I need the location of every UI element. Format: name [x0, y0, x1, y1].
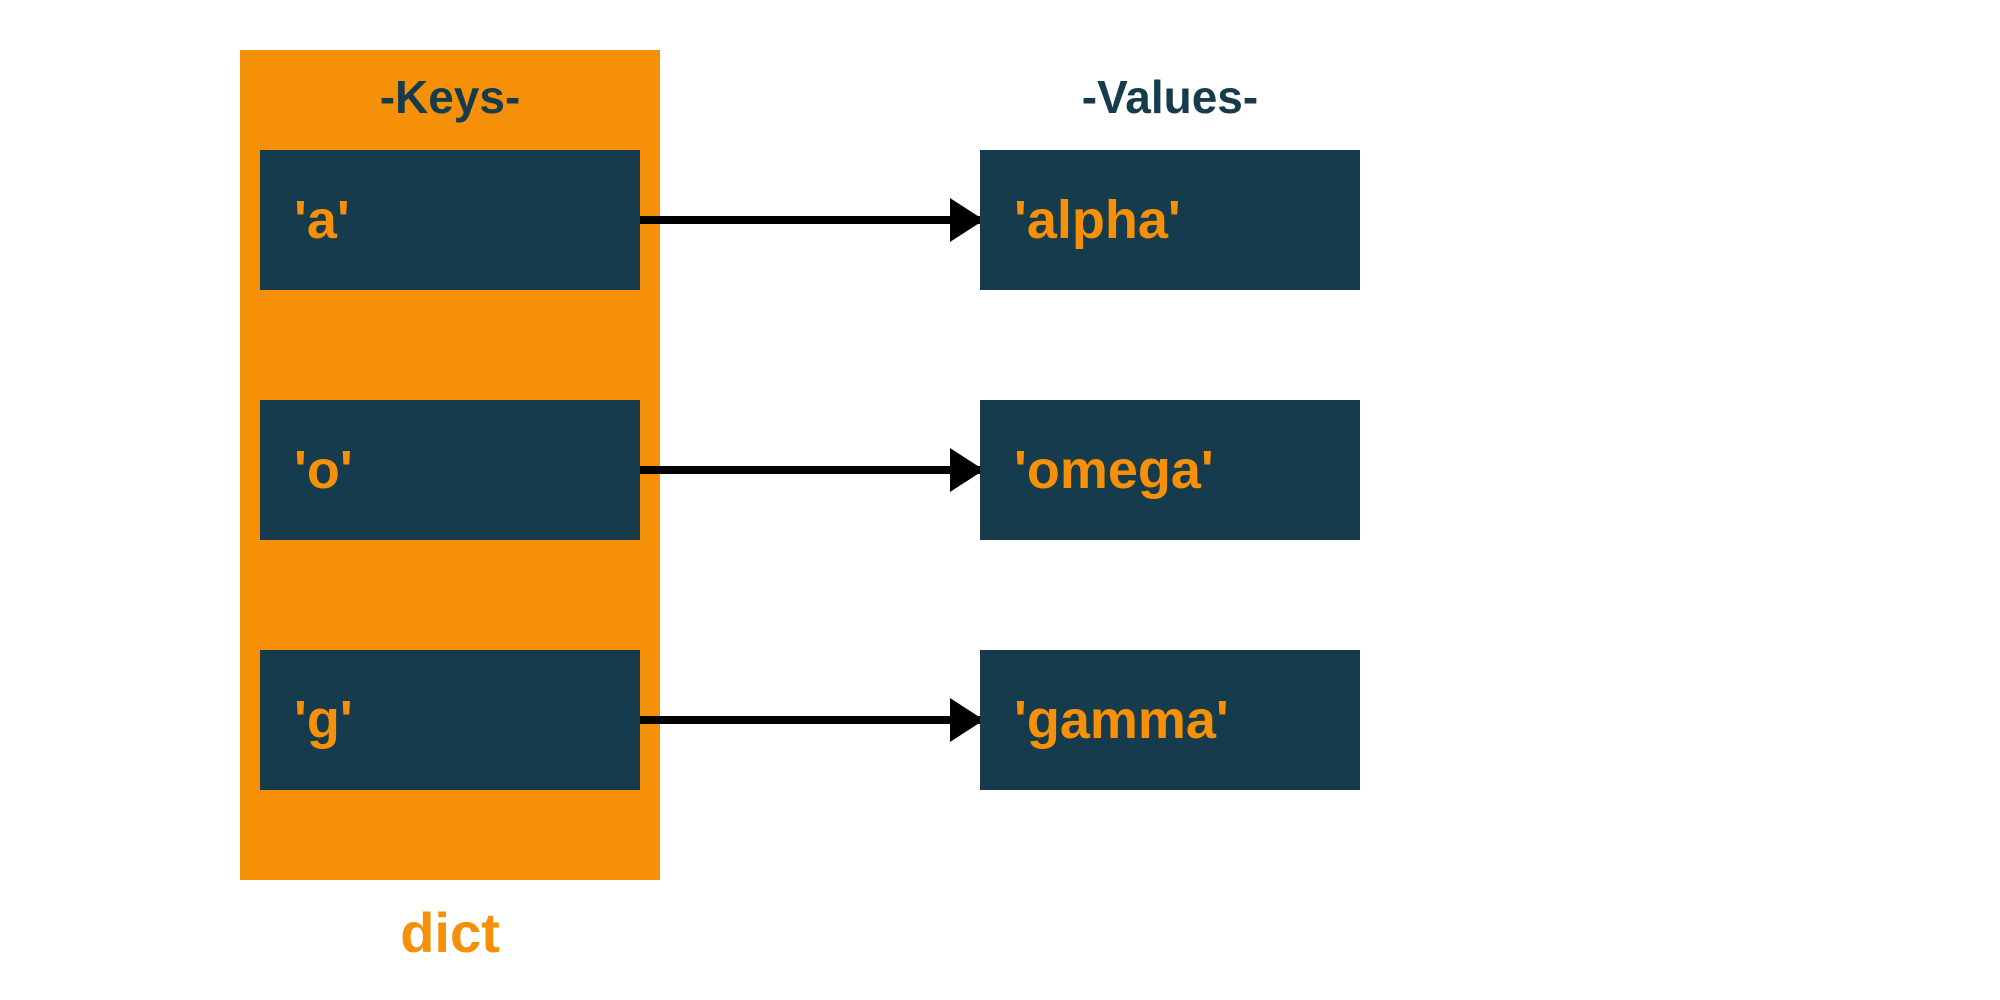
values-header: -Values-	[970, 70, 1370, 124]
key-cell-2: 'g'	[260, 650, 640, 790]
key-cell-1: 'o'	[260, 400, 640, 540]
arrow-icon	[640, 716, 980, 724]
key-cell-0: 'a'	[260, 150, 640, 290]
diagram-stage: -Keys- -Values- 'a' 'alpha' 'o' 'omega' …	[0, 0, 2000, 1000]
arrow-icon	[640, 216, 980, 224]
arrow-icon	[640, 466, 980, 474]
value-cell-2: 'gamma'	[980, 650, 1360, 790]
dict-label: dict	[240, 900, 660, 965]
value-cell-0: 'alpha'	[980, 150, 1360, 290]
keys-header: -Keys-	[250, 70, 650, 124]
value-cell-1: 'omega'	[980, 400, 1360, 540]
